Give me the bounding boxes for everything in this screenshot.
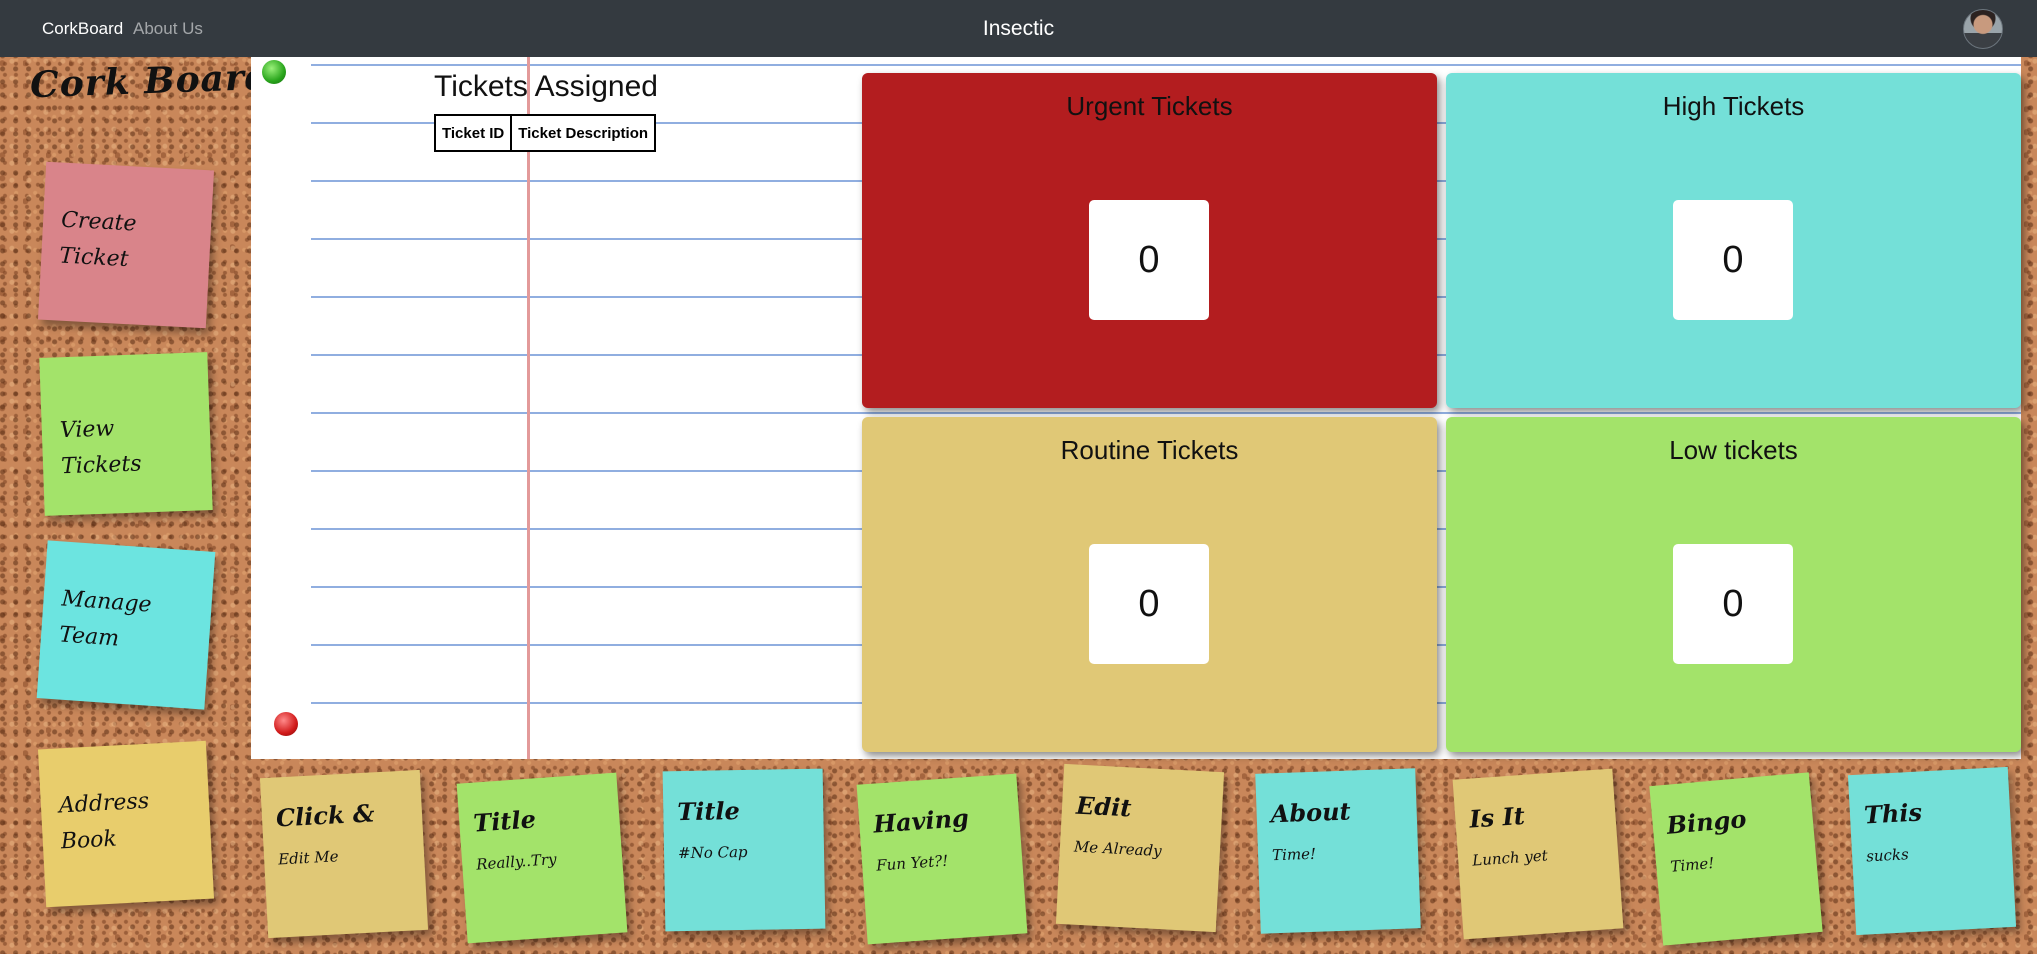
sticky-note-body: Really..Try xyxy=(475,850,558,874)
manage-team-note[interactable]: Manage Team xyxy=(36,540,216,710)
create-ticket-note[interactable]: Create Ticket xyxy=(37,161,215,329)
sticky-note-body: #No Cap xyxy=(677,842,748,863)
sticky-note-title: Having xyxy=(872,803,970,839)
high-tickets-panel[interactable]: High Tickets 0 xyxy=(1446,73,2021,408)
red-pin-icon xyxy=(274,712,298,736)
sticky-note-body: Time! xyxy=(1271,844,1317,865)
sticky-note-title: Edit xyxy=(1075,790,1133,823)
create-ticket-label: Create Ticket xyxy=(58,207,138,273)
urgent-tickets-label: Urgent Tickets xyxy=(1066,91,1233,121)
view-tickets-label: View Tickets xyxy=(59,416,143,480)
sticky-note[interactable]: Title Really..Try xyxy=(456,772,628,944)
low-tickets-label: Low tickets xyxy=(1669,435,1798,465)
routine-tickets-label: Routine Tickets xyxy=(1060,435,1239,465)
sticky-note[interactable]: Having Fun Yet?! xyxy=(856,773,1028,945)
paper-left-margin xyxy=(251,57,311,759)
navbar: CorkBoard About Us Insectic xyxy=(0,0,2037,57)
sticky-note-title: About xyxy=(1270,796,1352,829)
routine-tickets-panel[interactable]: Routine Tickets 0 xyxy=(862,417,1437,752)
tickets-assigned-title: Tickets Assigned xyxy=(434,70,658,103)
urgent-tickets-count: 0 xyxy=(1089,200,1209,320)
address-book-label: Address Book xyxy=(58,788,150,855)
manage-team-label: Manage Team xyxy=(58,586,153,652)
sticky-note[interactable]: This sucks xyxy=(1847,766,2017,936)
low-tickets-count: 0 xyxy=(1673,544,1793,664)
address-book-note[interactable]: Address Book xyxy=(37,740,215,908)
sticky-note-title: Title xyxy=(472,804,537,838)
cork-board-title: Cork Board xyxy=(29,55,272,107)
view-tickets-note[interactable]: View Tickets xyxy=(39,352,213,516)
app-title: Insectic xyxy=(982,17,1055,40)
sticky-note[interactable]: Click & Edit Me xyxy=(259,769,429,939)
sticky-note[interactable]: Edit Me Already xyxy=(1055,763,1225,933)
sticky-note[interactable]: Is It Lunch yet xyxy=(1452,768,1624,940)
sticky-note[interactable]: Title #No Cap xyxy=(662,768,826,932)
high-tickets-label: High Tickets xyxy=(1662,91,1805,121)
sticky-note-title: Click & xyxy=(275,798,376,833)
paper-margin-line xyxy=(527,57,530,759)
low-tickets-panel[interactable]: Low tickets 0 xyxy=(1446,417,2021,752)
tickets-assigned-table: Ticket ID Ticket Description xyxy=(433,114,657,152)
column-ticket-description: Ticket Description xyxy=(510,114,657,152)
sticky-note-body: Time! xyxy=(1669,853,1715,876)
sticky-note-title: This xyxy=(1863,797,1923,830)
green-pin-icon xyxy=(262,60,286,84)
sticky-note[interactable]: About Time! xyxy=(1255,768,1421,934)
routine-tickets-count: 0 xyxy=(1089,544,1209,664)
sticky-note-title: Is It xyxy=(1468,800,1526,834)
sticky-note-title: Title xyxy=(677,796,741,827)
column-ticket-id: Ticket ID xyxy=(433,114,513,152)
urgent-tickets-panel[interactable]: Urgent Tickets 0 xyxy=(862,73,1437,408)
user-avatar[interactable] xyxy=(1963,9,2003,49)
high-tickets-count: 0 xyxy=(1673,200,1793,320)
sticky-note-body: Edit Me xyxy=(277,847,339,869)
sticky-note[interactable]: Bingo Time! xyxy=(1649,772,1823,946)
sticky-note-body: Me Already xyxy=(1073,837,1163,861)
sticky-note-body: Fun Yet?! xyxy=(875,851,949,875)
sticky-note-title: Bingo xyxy=(1665,804,1748,840)
sticky-note-body: sucks xyxy=(1865,845,1910,866)
sticky-note-body: Lunch yet xyxy=(1471,846,1549,870)
